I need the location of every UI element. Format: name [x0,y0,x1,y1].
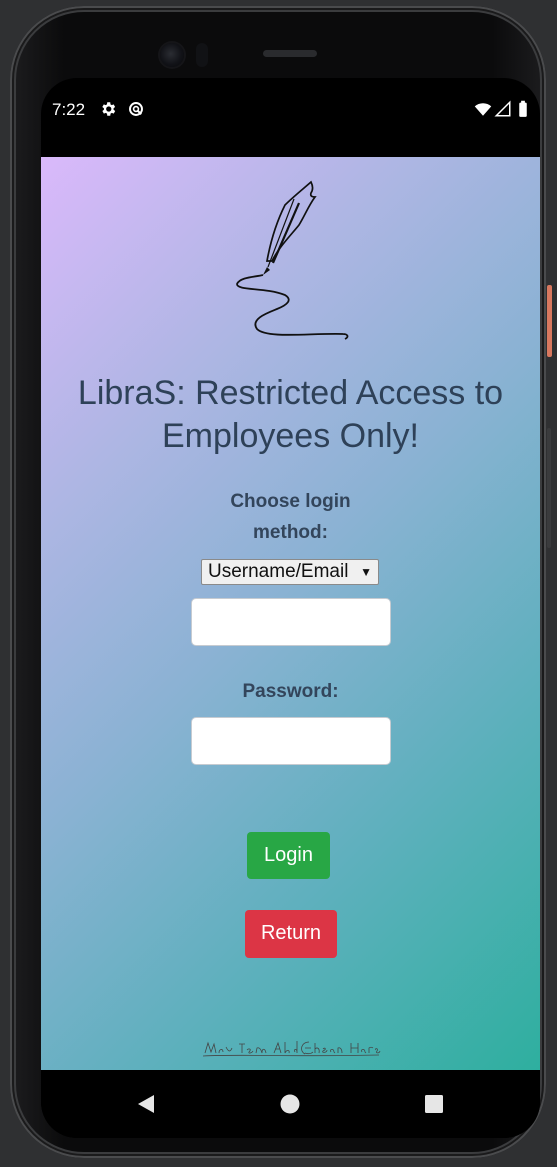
username-email-input[interactable] [191,598,391,646]
page-title: LibraS: Restricted Access to Employees O… [41,372,540,458]
login-method-select[interactable]: Username/Email ▼ [201,559,379,585]
page-title-line2: Employees Only! [162,417,419,455]
login-page: LibraS: Restricted Access to Employees O… [41,157,540,1070]
status-time: 7:22 [52,100,86,119]
password-input[interactable] [191,717,391,765]
phone-frame: 7:22 LibraS: Restricted Access to Employ… [10,6,546,1158]
system-navigation-bar [41,1070,540,1138]
login-method-label-line2: method: [253,522,328,543]
battery-icon [519,100,527,117]
recents-square-icon[interactable] [420,1090,448,1118]
cellular-signal-icon [494,100,511,117]
data-saver-icon [129,102,143,116]
home-circle-icon[interactable] [276,1090,304,1118]
back-triangle-icon[interactable] [133,1090,161,1118]
login-method-label: Choose login method: [41,486,540,548]
earpiece-speaker [263,50,317,57]
phone-screen: 7:22 LibraS: Restricted Access to Employ… [41,78,540,1138]
power-button [547,285,552,357]
page-title-line1: LibraS: Restricted Access to [77,374,504,412]
password-label: Password: [242,681,339,702]
handwritten-signature-footer [202,1041,381,1057]
proximity-sensor [196,43,208,67]
login-method-selected-value: Username/Email [208,561,349,582]
return-button[interactable]: Return [245,910,337,958]
dropdown-triangle-icon: ▼ [360,565,372,579]
login-button[interactable]: Login [247,832,330,879]
front-camera [160,43,184,67]
login-method-label-line1: Choose login [230,491,351,512]
volume-rocker [547,428,551,548]
settings-gear-icon [102,102,116,116]
wifi-icon [474,103,492,116]
status-bar: 7:22 [41,78,540,157]
quill-pen-signature-icon [236,180,349,340]
